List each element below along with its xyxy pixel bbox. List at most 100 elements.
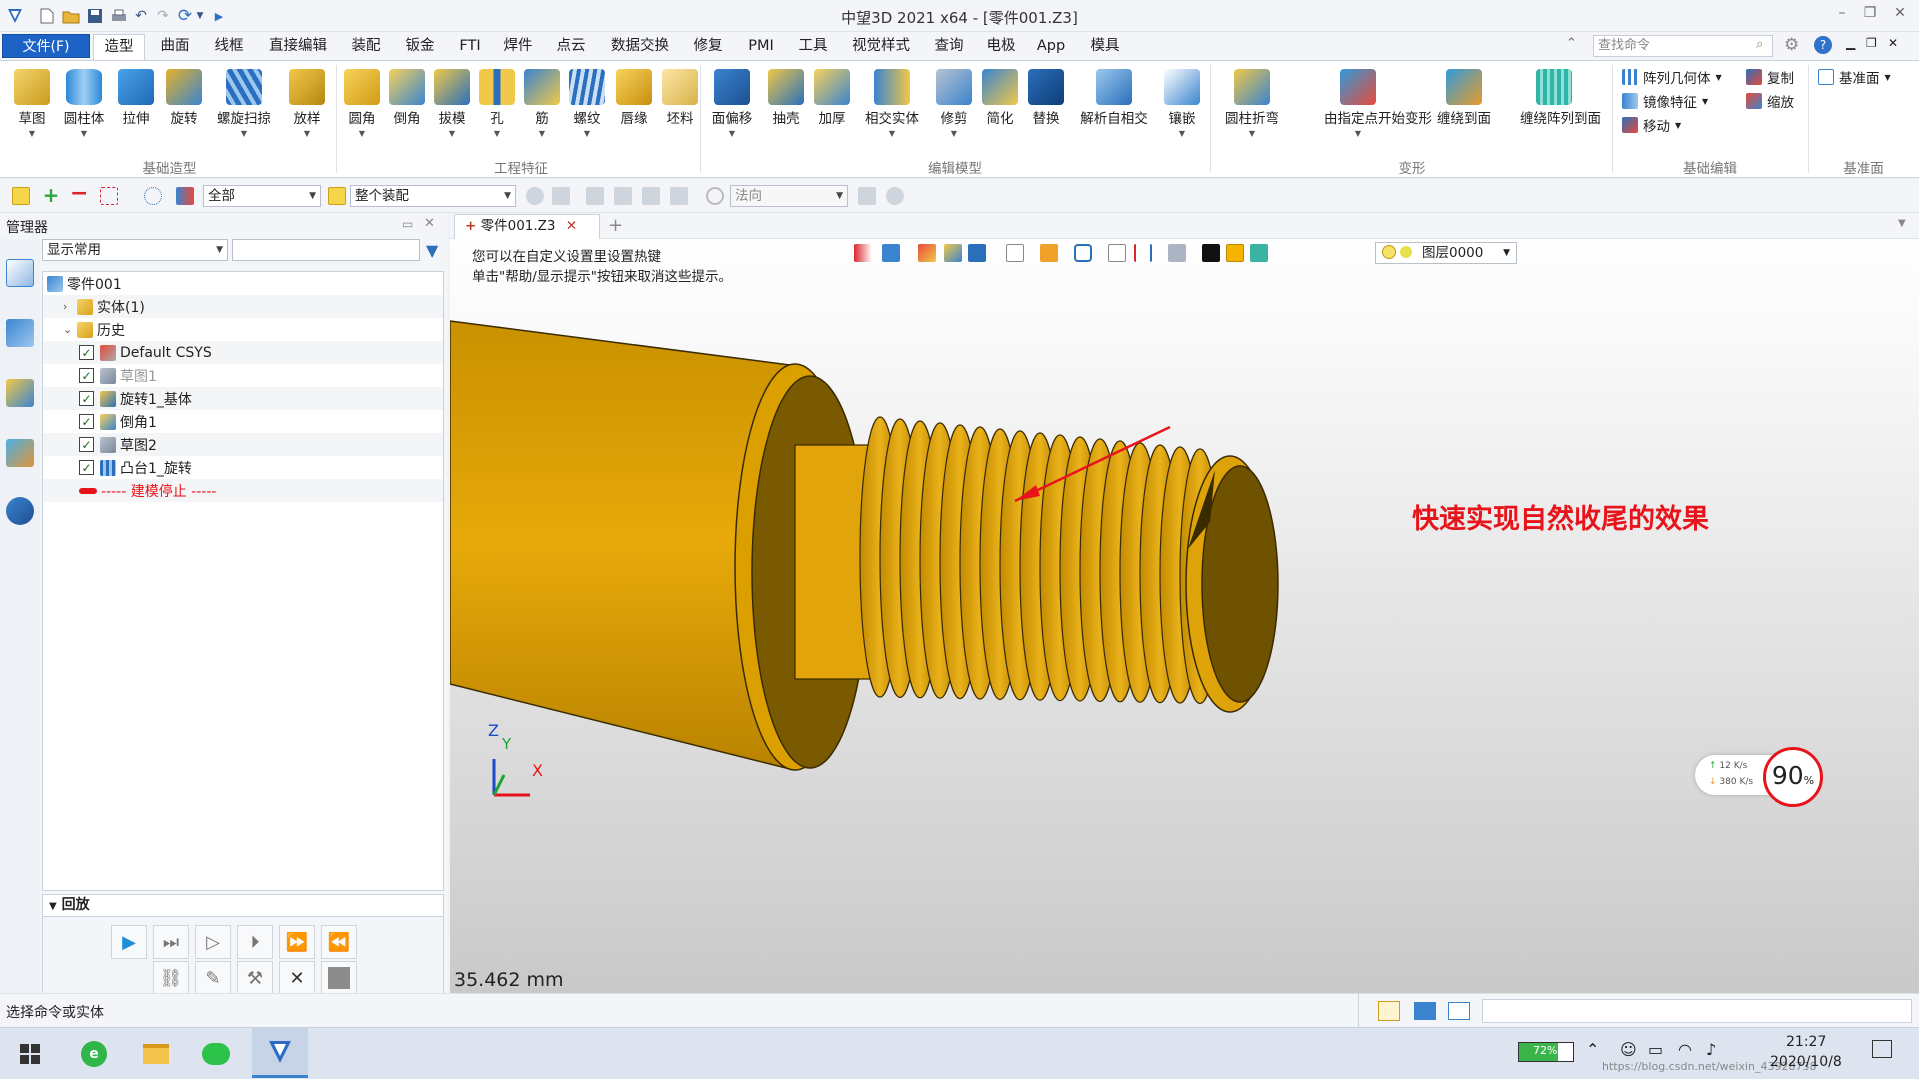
sketch-button[interactable]: 草图 ▼ [8,65,56,161]
filter-combo[interactable]: 全部 ▼ [203,185,321,207]
doc-minimize-icon[interactable]: ▁ [1846,36,1855,50]
doc-close-icon[interactable]: ✕ [1888,36,1898,50]
visibility-checkbox[interactable]: ✓ [79,345,94,360]
wifi-icon[interactable]: ◠ [1678,1040,1692,1059]
rewind-button[interactable]: ⏪ [321,925,357,959]
tool-button[interactable]: ⚒ [237,961,273,995]
tab-fti[interactable]: FTI [450,34,490,60]
assembly-tree-icon[interactable] [6,319,34,347]
box-select-icon[interactable] [100,187,118,205]
user-icon[interactable] [6,497,34,525]
cylinder-button[interactable]: 圆柱体 ▼ [60,65,108,161]
pick-icon[interactable] [858,187,876,205]
tree-row[interactable]: ----- 建模停止 ----- [43,479,443,502]
pattern-geometry-button[interactable]: 阵列几何体 ▼ [1622,65,1722,89]
lasso-select-icon[interactable] [144,187,162,205]
tab-query[interactable]: 查询 [926,34,972,60]
battery-indicator[interactable]: 72% [1518,1042,1574,1062]
display-icon[interactable] [1414,1002,1436,1020]
zwcad-3d-taskbar-icon[interactable] [252,1028,308,1078]
tab-sheet-metal[interactable]: 钣金 [396,34,444,60]
tree-row[interactable]: ✓ Default CSYS [43,341,443,364]
close-tab-icon[interactable]: ✕ [566,218,577,234]
assembly-scope-combo[interactable]: 整个装配 ▼ [350,185,516,207]
direction-icon[interactable] [706,187,724,205]
tree-row[interactable]: ✓ 草图1 [43,364,443,387]
datum-plane-button[interactable]: 基准面 ▼ [1818,65,1891,89]
clock-date[interactable]: 2020/10/8 [1770,1054,1842,1070]
visibility-checkbox[interactable]: ✓ [79,414,94,429]
tab-visual-style[interactable]: 视觉样式 [842,34,920,60]
file-explorer-icon[interactable] [138,1036,174,1072]
tab-repair[interactable]: 修复 [684,34,732,60]
direction-combo[interactable]: 法向 ▼ [730,185,848,207]
part-view-icon[interactable] [6,379,34,407]
fast-forward-button[interactable]: ⏩ [279,925,315,959]
help-icon[interactable]: ? [1814,36,1832,54]
funnel-filter-icon[interactable]: ▼ [426,241,438,260]
render-view-icon[interactable] [6,439,34,467]
link-button[interactable]: ⛓ [153,961,189,995]
tree-row[interactable]: ✓ 凸台1_旋转 [43,456,443,479]
helix-sweep-button[interactable]: 螺旋扫掠 ▼ [217,65,271,161]
replace-button[interactable]: 替换 [1022,65,1070,161]
add-icon[interactable]: + [42,185,60,205]
browser-icon[interactable]: e [76,1036,112,1072]
tab-point-cloud[interactable]: 点云 [548,34,594,60]
play-to-end-button[interactable]: ⏵ [237,925,273,959]
search-icon[interactable]: ⌕ [1756,37,1763,52]
cursor-icon[interactable] [670,187,688,205]
command-search-input[interactable]: 查找命令 [1593,35,1773,57]
layout-icon[interactable] [1378,1001,1400,1021]
tab-data-exchange[interactable]: 数据交换 [602,34,678,60]
playback-header[interactable]: ▼ 回放 [43,895,443,917]
tab-electrode[interactable]: 电极 [978,34,1024,60]
stop-button[interactable] [321,961,357,995]
step-forward-button[interactable]: ⏭ [153,925,189,959]
file-menu-button[interactable]: 文件(F) [2,34,90,58]
thicken-button[interactable]: 加厚 [808,65,856,161]
stock-button[interactable]: 坯料 [656,65,704,161]
tab-pmi[interactable]: PMI [738,34,784,60]
wrap-pattern-to-face-button[interactable]: 缠绕阵列到面 [1520,65,1601,161]
tab-tools[interactable]: 工具 [790,34,836,60]
tree-row[interactable]: › 实体(1) [43,295,443,318]
panel-float-icon[interactable]: ▭ [402,217,413,231]
emboss-button[interactable]: 镶嵌 ▼ [1158,65,1206,161]
notification-icon[interactable] [1872,1040,1892,1058]
close-window-button[interactable]: ✕ [1887,5,1913,27]
display-mode-combo[interactable]: 显示常用 ▼ [42,239,228,261]
move-button[interactable]: 移动 ▼ [1622,113,1681,137]
expand-chevron-icon[interactable]: › [63,300,77,313]
user-tray-icon[interactable]: ☺ [1620,1040,1637,1059]
delete-button[interactable]: ✕ [279,961,315,995]
align2-icon[interactable] [614,187,632,205]
visibility-checkbox[interactable]: ✓ [79,460,94,475]
threaded-shaft-model[interactable]: (function(){ var svg=document.currentScr… [450,239,1919,999]
visibility-checkbox[interactable]: ✓ [79,391,94,406]
tree-row[interactable]: ✓ 草图2 [43,433,443,456]
revolve-button[interactable]: 旋转 [160,65,208,161]
align-icon[interactable] [586,187,604,205]
tab-list-icon[interactable]: ▼ [1898,218,1906,229]
play-segment-button[interactable]: ▷ [195,925,231,959]
tab-app[interactable]: App [1030,34,1072,60]
tab-assembly[interactable]: 装配 [342,34,390,60]
cylinder-bend-button[interactable]: 圆柱折弯 ▼ [1225,65,1279,161]
doc-restore-icon[interactable]: ❐ [1866,36,1877,50]
collapse-ribbon-icon[interactable]: ⌃ [1566,36,1577,51]
deform-from-point-button[interactable]: 由指定点开始变形 ▼ [1324,65,1432,161]
network-tray-icon[interactable]: ▭ [1648,1040,1663,1059]
snap-settings-icon[interactable] [552,187,570,205]
tree-row[interactable]: ✓ 旋转1_基体 [43,387,443,410]
filter-icon[interactable] [176,187,194,205]
tab-modeling[interactable]: 造型 [93,34,145,60]
tab-wireframe[interactable]: 线框 [204,34,254,60]
3d-viewport[interactable]: + 零件001.Z3 ✕ + ▼ 您可以在自定义设置里设置热键 单击"帮助/显示… [450,213,1919,993]
volume-icon[interactable]: ♪ [1706,1040,1716,1059]
resolve-self-intersect-button[interactable]: 解析自相交 [1080,65,1148,161]
select-pointer-icon[interactable] [12,187,30,205]
visibility-checkbox[interactable]: ✓ [79,437,94,452]
collapse-chevron-icon[interactable]: ⌄ [63,323,77,336]
visibility-checkbox[interactable]: ✓ [79,368,94,383]
